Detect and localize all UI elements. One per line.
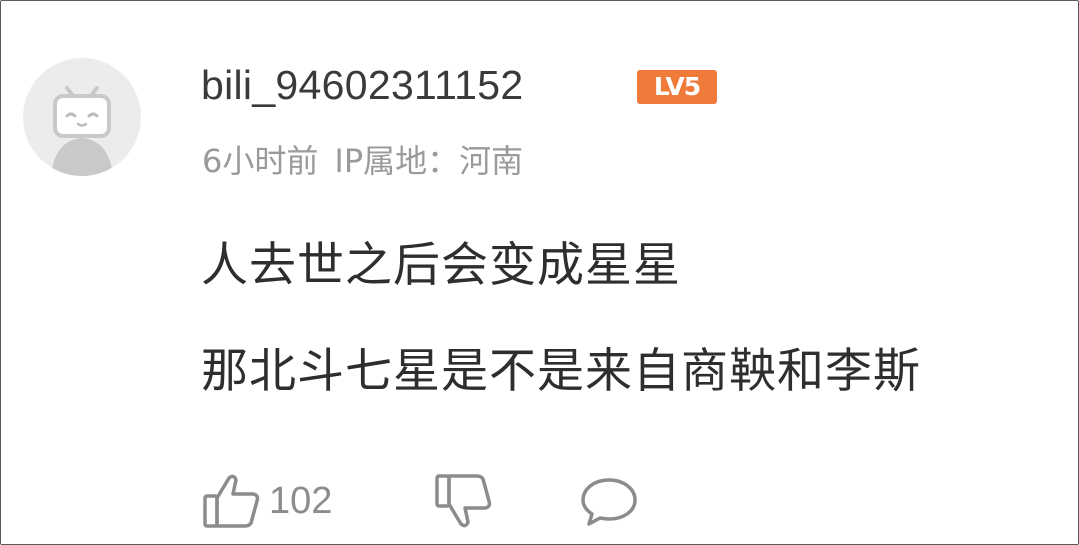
reply-button[interactable] bbox=[577, 469, 641, 533]
bilibili-tv-avatar-icon bbox=[51, 86, 113, 176]
username[interactable]: bili_94602311152 bbox=[201, 57, 523, 113]
ip-location: IP属地：河南 bbox=[334, 142, 524, 180]
speech-bubble-icon bbox=[581, 478, 637, 526]
thumbs-down-icon bbox=[435, 474, 492, 528]
comment-text-line-1: 人去世之后会变成星星 bbox=[201, 238, 681, 293]
avatar[interactable] bbox=[23, 58, 141, 176]
like-count: 102 bbox=[269, 479, 333, 522]
comment-text-line-2: 那北斗七星是不是来自商鞅和李斯 bbox=[201, 344, 921, 399]
thumbs-up-icon bbox=[203, 474, 260, 528]
comment-meta: 6小时前 IP属地：河南 bbox=[202, 138, 539, 184]
timestamp: 6小时前 bbox=[202, 142, 319, 180]
level-badge: LV5 bbox=[637, 70, 717, 104]
like-button[interactable]: 102 bbox=[201, 469, 332, 533]
comment-card: bili_94602311152 LV5 6小时前 IP属地：河南 人去世之后会变… bbox=[0, 0, 1079, 545]
dislike-button[interactable] bbox=[433, 469, 495, 533]
